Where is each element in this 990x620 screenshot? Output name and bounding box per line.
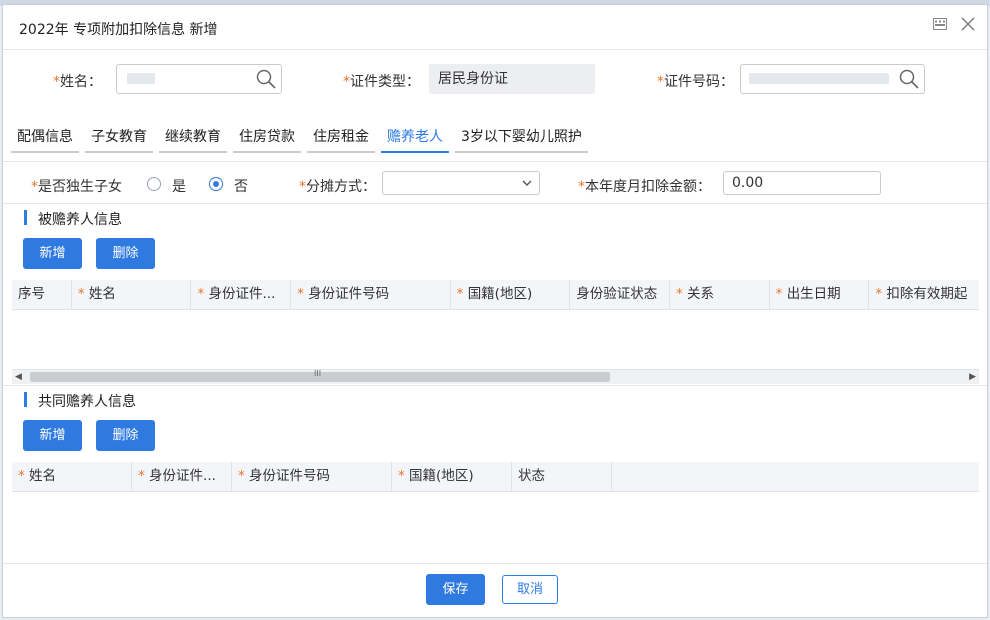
search-icon[interactable] [255, 68, 277, 94]
column-header[interactable]: * 身份证件号码 [232, 462, 392, 491]
add-deduction-dialog: 2022年 专项附加扣除信息 新增 *姓名： *证件类型： 居民身份证 *证件号… [2, 4, 988, 618]
tab-elderly-support[interactable]: 赡养老人 [381, 123, 449, 153]
column-header[interactable]: * 出生日期 [770, 280, 870, 309]
tab-children-education[interactable]: 子女教育 [85, 123, 153, 153]
split-method-select[interactable] [382, 171, 540, 195]
name-input[interactable] [116, 64, 282, 94]
column-header[interactable]: 序号 [12, 280, 72, 309]
close-icon[interactable] [959, 15, 977, 33]
monthly-amount-label: *本年度月扣除金额： [578, 179, 711, 195]
chevron-down-icon [521, 177, 533, 193]
save-button[interactable]: 保存 [426, 574, 485, 605]
delete-supported-button[interactable]: 删除 [96, 238, 155, 269]
column-header[interactable]: * 国籍(地区) [451, 280, 571, 309]
co-supporter-table-header: * 姓名 * 身份证件... * 身份证件号码 * 国籍(地区) 状态 [12, 462, 979, 492]
id-number-label: *证件号码： [657, 74, 734, 90]
tab-housing-loan[interactable]: 住房贷款 [233, 123, 301, 153]
only-child-no-radio[interactable] [209, 177, 223, 191]
scrollbar-thumb[interactable]: III [30, 369, 610, 382]
column-header[interactable]: * 国籍(地区) [392, 462, 512, 491]
column-header[interactable]: * 身份证件... [132, 462, 232, 491]
supported-section-title: 被赡养人信息 [38, 212, 122, 228]
column-header[interactable]: * 姓名 [12, 462, 132, 491]
section-divider [3, 385, 987, 386]
id-type-label: *证件类型： [343, 74, 420, 90]
column-header[interactable]: * 身份证件号码 [291, 280, 451, 309]
scroll-right-icon[interactable]: ▶ [969, 370, 976, 384]
section-marker [24, 392, 27, 407]
delete-co-supporter-button[interactable]: 删除 [96, 420, 155, 451]
id-type-value: 居民身份证 [429, 64, 595, 94]
tab-continuing-education[interactable]: 继续教育 [159, 123, 227, 153]
tab-infant-care[interactable]: 3岁以下婴幼儿照护 [455, 123, 588, 153]
monthly-amount-input[interactable]: 0.00 [723, 171, 881, 195]
only-child-yes-radio[interactable] [147, 177, 161, 191]
supported-table-header: 序号 * 姓名 * 身份证件... * 身份证件号码 * 国籍(地区) 身份验证… [12, 280, 979, 310]
column-header[interactable]: 状态 [512, 462, 612, 491]
tab-spouse[interactable]: 配偶信息 [11, 123, 79, 153]
column-header[interactable]: * 身份证件... [191, 280, 292, 309]
keyboard-icon[interactable] [931, 15, 949, 33]
name-label: *姓名： [53, 74, 102, 90]
deduction-tabs: 配偶信息 子女教育 继续教育 住房贷款 住房租金 赡养老人 3岁以下婴幼儿照护 [11, 123, 588, 153]
dialog-title: 2022年 专项附加扣除信息 新增 [19, 22, 218, 38]
footer-divider [3, 563, 987, 564]
form-divider [3, 203, 987, 204]
only-child-label: *是否独生子女 [31, 179, 122, 195]
cancel-button[interactable]: 取消 [502, 575, 558, 604]
column-header[interactable]: 身份验证状态 [570, 280, 670, 309]
scroll-left-icon[interactable]: ◀ [15, 370, 22, 384]
id-number-input[interactable] [740, 64, 925, 94]
add-co-supporter-button[interactable]: 新增 [23, 420, 82, 451]
column-header[interactable]: * 扣除有效期起 [869, 280, 979, 309]
split-method-label: *分摊方式： [299, 179, 376, 195]
only-child-yes-label: 是 [172, 179, 186, 195]
tab-housing-rent[interactable]: 住房租金 [307, 123, 375, 153]
search-icon[interactable] [898, 68, 920, 94]
section-marker [24, 210, 27, 225]
column-header[interactable]: * 关系 [670, 280, 770, 309]
title-icons [931, 15, 977, 33]
horizontal-scrollbar[interactable]: ◀ III ▶ [12, 369, 979, 384]
only-child-no-label: 否 [234, 179, 248, 195]
tabs-divider [3, 161, 987, 162]
co-supporter-section-title: 共同赡养人信息 [38, 394, 136, 410]
add-supported-button[interactable]: 新增 [23, 238, 82, 269]
column-header[interactable]: * 姓名 [72, 280, 192, 309]
title-divider [3, 49, 987, 50]
